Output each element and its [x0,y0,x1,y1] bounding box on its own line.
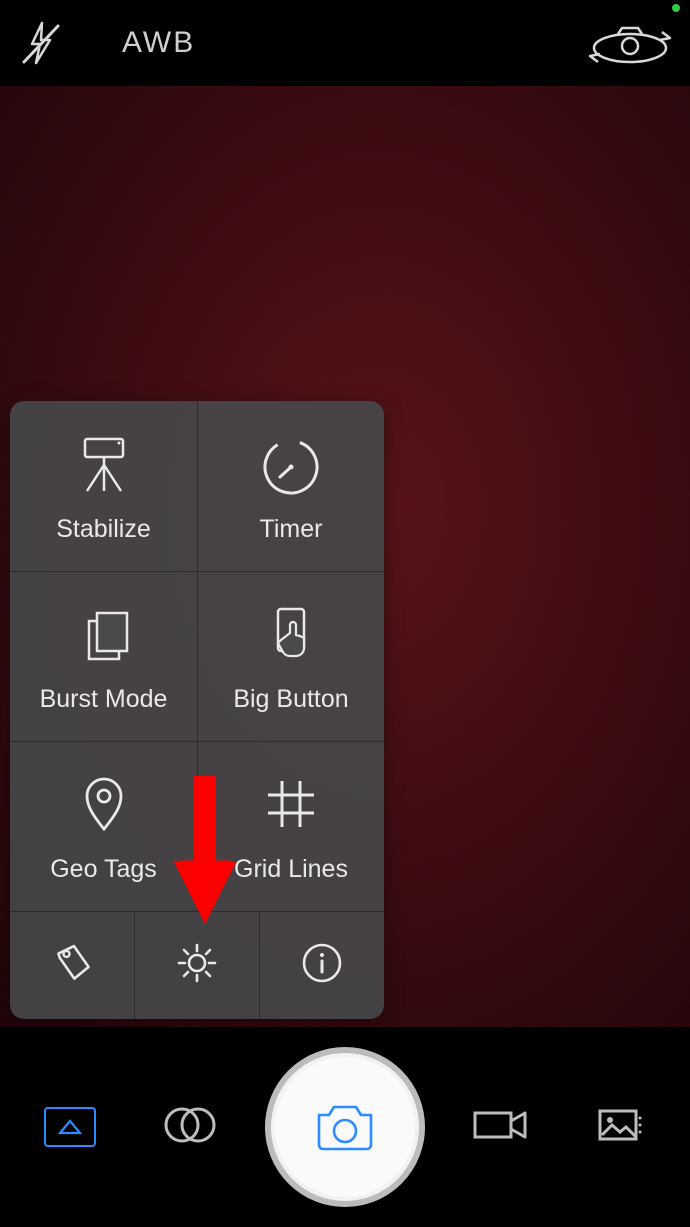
video-icon [471,1105,531,1150]
tripod-icon [69,429,139,499]
switch-camera-icon[interactable] [588,20,672,66]
mode-filters-button[interactable] [146,1103,234,1152]
panel-item-label: Stabilize [56,515,151,544]
panel-item-timer[interactable]: Timer [197,401,384,571]
panel-item-label: Geo Tags [50,855,157,884]
panel-info-button[interactable] [259,912,384,1019]
timer-icon [256,429,326,499]
camera-top-bar: AWB [0,0,690,86]
flash-icon[interactable] [18,20,62,66]
tools-panel: Stabilize Timer [10,401,384,1019]
camera-bottom-bar [0,1027,690,1227]
tag-icon [47,938,97,993]
gear-icon [172,938,222,993]
panel-item-label: Grid Lines [234,855,348,884]
panel-item-label: Big Button [233,685,348,714]
panel-item-stabilize[interactable]: Stabilize [10,401,197,571]
panel-item-grid-lines[interactable]: Grid Lines [197,741,384,911]
panel-item-label: Burst Mode [40,685,168,714]
mode-gallery-button[interactable] [576,1105,664,1150]
panel-item-label: Timer [260,515,323,544]
pin-icon [69,769,139,839]
info-icon [297,938,347,993]
panel-settings-button[interactable] [134,912,259,1019]
shutter-button[interactable] [265,1047,425,1207]
grid-hash-icon [256,769,326,839]
panel-item-geo-tags[interactable]: Geo Tags [10,741,197,911]
panel-item-burst-mode[interactable]: Burst Mode [10,571,197,741]
mode-exposure-button[interactable] [26,1107,114,1147]
exposure-icon [44,1107,96,1147]
panel-item-big-button[interactable]: Big Button [197,571,384,741]
panel-tag-button[interactable] [10,912,134,1019]
white-balance-label[interactable]: AWB [122,26,195,60]
camera-icon [313,1101,377,1153]
gallery-icon [596,1105,644,1150]
filter-overlap-icon [162,1103,218,1152]
finger-tap-icon [256,599,326,669]
burst-icon [69,599,139,669]
mode-video-button[interactable] [457,1105,545,1150]
